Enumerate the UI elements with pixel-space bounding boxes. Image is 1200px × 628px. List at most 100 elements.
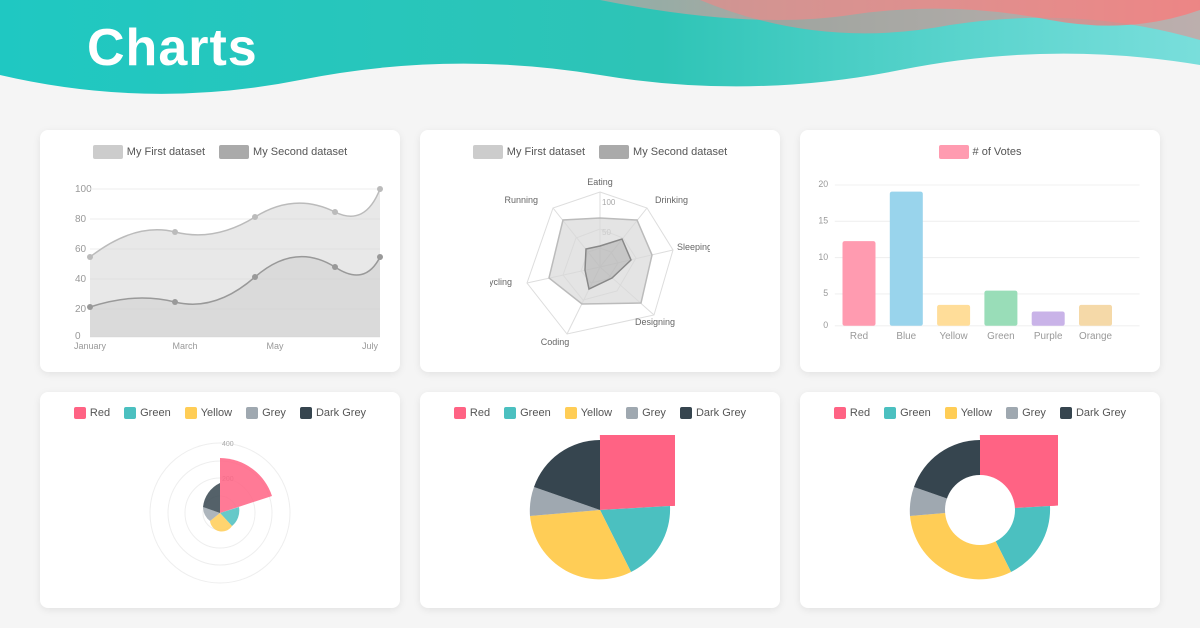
svg-text:Purple: Purple (1034, 331, 1063, 342)
pie-legend-green: Green (504, 407, 551, 419)
pie-chart-card: Red Green Yellow Grey Dark Grey (420, 392, 780, 608)
radar-legend-item-2: My Second dataset (599, 145, 727, 159)
doughnut-chart-card: Red Green Yellow Grey Dark Grey (800, 392, 1160, 608)
polar-legend-label-red: Red (90, 407, 110, 419)
bar-chart-legend: # of Votes (939, 145, 1022, 159)
svg-text:May: May (266, 341, 284, 351)
pie-legend-grey: Grey (626, 407, 666, 419)
pie-legend-yellow: Yellow (565, 407, 612, 419)
polar-legend-darkgrey: Dark Grey (300, 407, 366, 419)
line-chart: 100 80 60 40 20 0 (55, 167, 385, 357)
doughnut-legend-color-yellow (945, 407, 957, 419)
legend-color-2 (219, 145, 249, 159)
bar-legend-label-1: # of Votes (973, 146, 1022, 158)
line-chart-legend: My First dataset My Second dataset (93, 145, 347, 159)
doughnut-legend-label-yellow: Yellow (961, 407, 992, 419)
doughnut-legend-label-darkgrey: Dark Grey (1076, 407, 1126, 419)
svg-text:10: 10 (818, 252, 828, 262)
bar-chart: 20 15 10 5 0 (815, 167, 1145, 357)
svg-text:Cycling: Cycling (490, 277, 512, 287)
doughnut-legend-yellow: Yellow (945, 407, 992, 419)
svg-text:80: 80 (75, 214, 87, 225)
doughnut-legend-red: Red (834, 407, 870, 419)
pie-legend-red: Red (454, 407, 490, 419)
svg-text:Drinking: Drinking (655, 195, 688, 205)
pie-chart (525, 427, 675, 593)
radar-chart-card: My First dataset My Second dataset (420, 130, 780, 372)
svg-text:5: 5 (823, 288, 828, 298)
doughnut-legend-label-green: Green (900, 407, 931, 419)
radar-chart-legend: My First dataset My Second dataset (473, 145, 727, 159)
polar-legend-yellow: Yellow (185, 407, 232, 419)
svg-text:Running: Running (504, 195, 538, 205)
polar-legend-red: Red (74, 407, 110, 419)
polar-legend-color-darkgrey (300, 407, 312, 419)
charts-container: My First dataset My Second dataset 100 8… (40, 130, 1160, 608)
doughnut-chart-legend: Red Green Yellow Grey Dark Grey (834, 407, 1126, 419)
polar-legend-green: Green (124, 407, 171, 419)
doughnut-legend-grey: Grey (1006, 407, 1046, 419)
bar-legend-item-1: # of Votes (939, 145, 1022, 159)
legend-label-2: My Second dataset (253, 146, 347, 158)
page-title: Charts (87, 18, 258, 78)
pie-legend-color-grey (626, 407, 638, 419)
pie-legend-label-yellow: Yellow (581, 407, 612, 419)
polar-legend-grey: Grey (246, 407, 286, 419)
svg-text:Designing: Designing (635, 317, 675, 327)
doughnut-legend-green: Green (884, 407, 931, 419)
doughnut-legend-darkgrey: Dark Grey (1060, 407, 1126, 419)
svg-text:Red: Red (850, 331, 868, 342)
polar-legend-color-grey (246, 407, 258, 419)
doughnut-legend-label-grey: Grey (1022, 407, 1046, 419)
polar-legend-label-yellow: Yellow (201, 407, 232, 419)
radar-legend-label-1: My First dataset (507, 146, 585, 158)
svg-text:60: 60 (75, 244, 87, 255)
svg-text:20: 20 (818, 179, 828, 189)
radar-legend-label-2: My Second dataset (633, 146, 727, 158)
polar-chart-legend: Red Green Yellow Grey Dark Grey (74, 407, 366, 419)
svg-text:Eating: Eating (587, 177, 613, 187)
svg-text:0: 0 (823, 320, 828, 330)
doughnut-legend-label-red: Red (850, 407, 870, 419)
legend-item-1: My First dataset (93, 145, 205, 159)
svg-text:400: 400 (222, 441, 234, 448)
svg-text:March: March (172, 341, 197, 351)
polar-legend-label-darkgrey: Dark Grey (316, 407, 366, 419)
doughnut-legend-color-green (884, 407, 896, 419)
radar-chart: 50 100 (490, 167, 710, 357)
polar-legend-label-green: Green (140, 407, 171, 419)
svg-text:15: 15 (818, 216, 828, 226)
pie-legend-color-yellow (565, 407, 577, 419)
svg-text:100: 100 (75, 184, 92, 195)
radar-legend-color-2 (599, 145, 629, 159)
doughnut-legend-color-red (834, 407, 846, 419)
polar-chart: 400 200 (140, 427, 300, 593)
pie-legend-color-red (454, 407, 466, 419)
bar-legend-color-1 (939, 145, 969, 159)
svg-text:20: 20 (75, 304, 87, 315)
polar-legend-color-green (124, 407, 136, 419)
line-chart-card: My First dataset My Second dataset 100 8… (40, 130, 400, 372)
radar-legend-color-1 (473, 145, 503, 159)
svg-text:100: 100 (602, 198, 616, 207)
bar-chart-card: # of Votes 20 15 10 5 0 (800, 130, 1160, 372)
polar-legend-color-red (74, 407, 86, 419)
pie-legend-color-green (504, 407, 516, 419)
svg-text:Sleeping: Sleeping (677, 242, 710, 252)
polar-legend-color-yellow (185, 407, 197, 419)
pie-legend-label-grey: Grey (642, 407, 666, 419)
doughnut-chart (903, 427, 1058, 593)
legend-label-1: My First dataset (127, 146, 205, 158)
svg-text:July: July (362, 341, 379, 351)
doughnut-legend-color-grey (1006, 407, 1018, 419)
svg-text:Orange: Orange (1079, 331, 1112, 342)
pie-chart-legend: Red Green Yellow Grey Dark Grey (454, 407, 746, 419)
legend-item-2: My Second dataset (219, 145, 347, 159)
pie-legend-color-darkgrey (680, 407, 692, 419)
svg-text:Coding: Coding (541, 337, 570, 347)
polar-legend-label-grey: Grey (262, 407, 286, 419)
pie-legend-label-darkgrey: Dark Grey (696, 407, 746, 419)
pie-legend-label-green: Green (520, 407, 551, 419)
svg-text:40: 40 (75, 274, 87, 285)
svg-text:Blue: Blue (896, 331, 916, 342)
